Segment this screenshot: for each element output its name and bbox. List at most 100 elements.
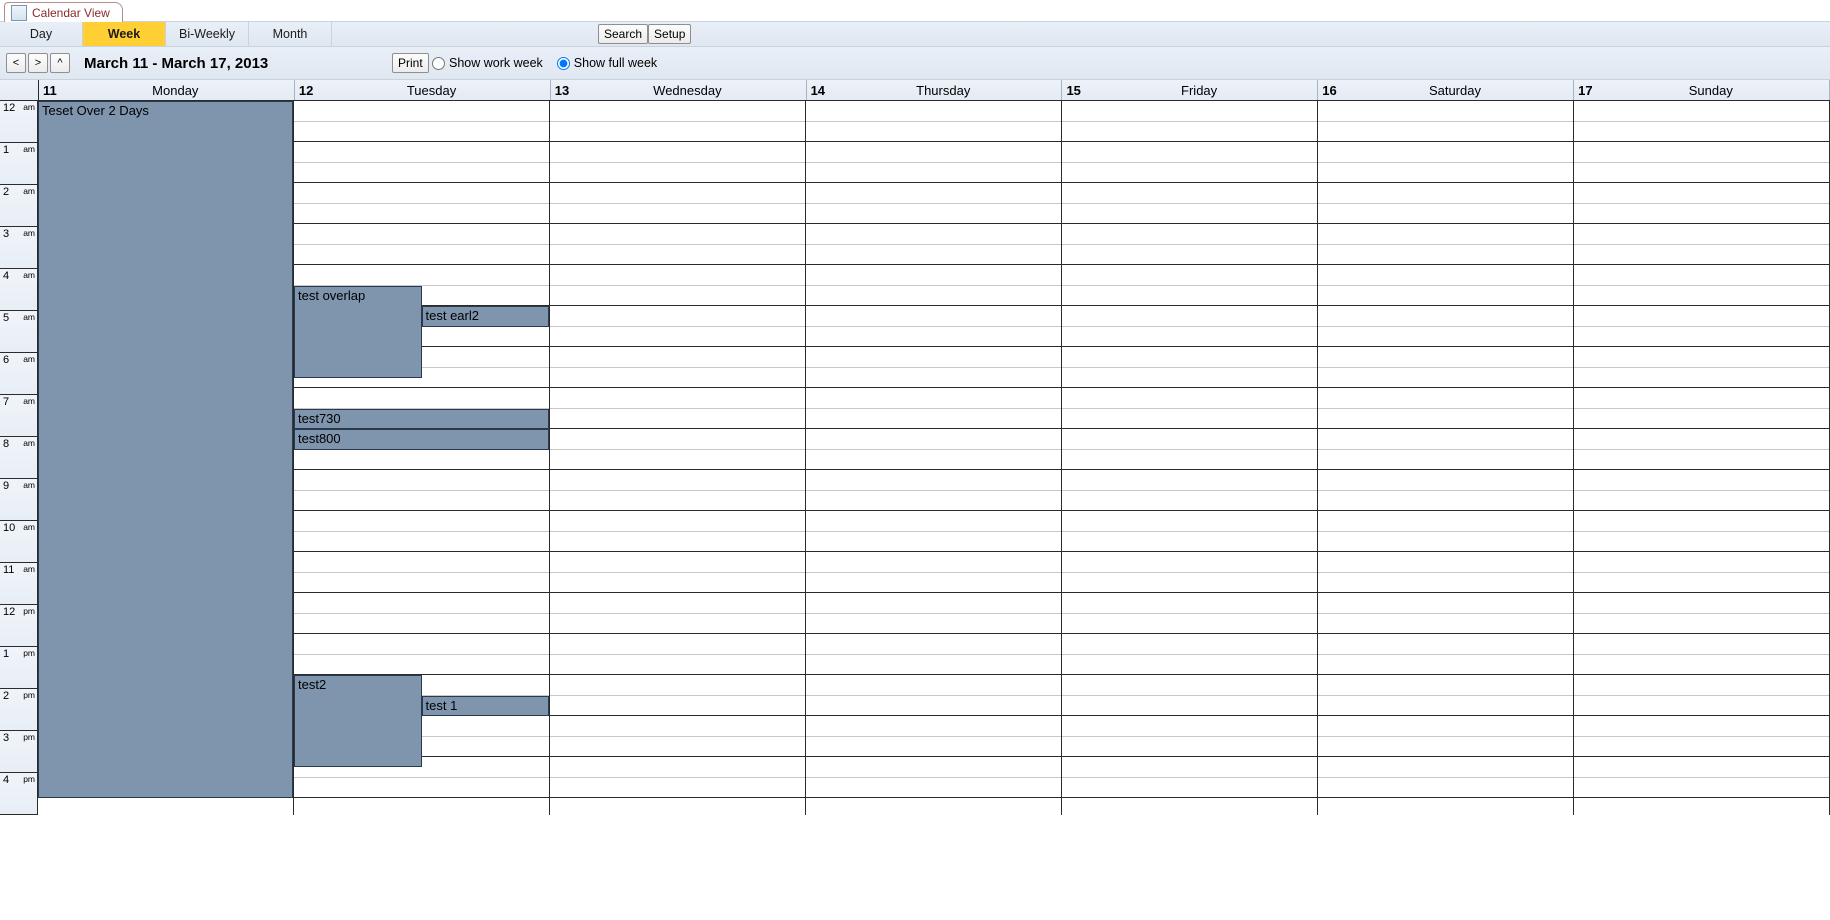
time-slot[interactable] bbox=[806, 511, 1061, 532]
time-slot[interactable] bbox=[550, 142, 805, 163]
time-slot[interactable] bbox=[806, 737, 1061, 758]
time-slot[interactable] bbox=[1318, 265, 1573, 286]
time-slot[interactable] bbox=[1062, 163, 1317, 184]
time-slot[interactable] bbox=[1318, 552, 1573, 573]
show-work-week-radio[interactable] bbox=[432, 57, 445, 70]
time-slot[interactable] bbox=[1574, 573, 1829, 594]
time-slot[interactable] bbox=[806, 573, 1061, 594]
time-slot[interactable] bbox=[1062, 327, 1317, 348]
time-slot[interactable] bbox=[294, 183, 549, 204]
day-header[interactable]: 16Saturday bbox=[1318, 80, 1574, 100]
time-slot[interactable] bbox=[1062, 491, 1317, 512]
time-slot[interactable] bbox=[1062, 573, 1317, 594]
time-slot[interactable] bbox=[1318, 183, 1573, 204]
time-slot[interactable] bbox=[1318, 737, 1573, 758]
time-slot[interactable] bbox=[1318, 368, 1573, 389]
time-slot[interactable] bbox=[1574, 306, 1829, 327]
time-slot[interactable] bbox=[1318, 634, 1573, 655]
time-slot[interactable] bbox=[294, 532, 549, 553]
time-slot[interactable] bbox=[806, 224, 1061, 245]
document-tab[interactable]: Calendar View bbox=[4, 2, 123, 22]
view-tab-day[interactable]: Day bbox=[0, 22, 83, 46]
next-week-button[interactable]: > bbox=[28, 53, 48, 73]
time-slot[interactable] bbox=[1062, 675, 1317, 696]
view-tab-week[interactable]: Week bbox=[83, 22, 166, 46]
time-slot[interactable] bbox=[294, 450, 549, 471]
time-slot[interactable] bbox=[550, 614, 805, 635]
time-slot[interactable] bbox=[1318, 573, 1573, 594]
time-slot[interactable] bbox=[806, 265, 1061, 286]
day-header[interactable]: 14Thursday bbox=[807, 80, 1063, 100]
time-slot[interactable] bbox=[550, 716, 805, 737]
calendar-event[interactable]: test2 bbox=[294, 675, 422, 767]
time-slot[interactable] bbox=[806, 470, 1061, 491]
time-slot[interactable] bbox=[1574, 122, 1829, 143]
time-slot[interactable] bbox=[1062, 716, 1317, 737]
time-slot[interactable] bbox=[550, 163, 805, 184]
time-slot[interactable] bbox=[1062, 757, 1317, 778]
time-slot[interactable] bbox=[294, 163, 549, 184]
time-slot[interactable] bbox=[550, 327, 805, 348]
time-slot[interactable] bbox=[1574, 347, 1829, 368]
time-slot[interactable] bbox=[1574, 101, 1829, 122]
time-slot[interactable] bbox=[550, 183, 805, 204]
time-slot[interactable] bbox=[1574, 183, 1829, 204]
time-slot[interactable] bbox=[806, 286, 1061, 307]
calendar-event[interactable]: test earl2 bbox=[422, 306, 550, 327]
calendar-event[interactable]: test730 bbox=[294, 409, 549, 430]
time-slot[interactable] bbox=[1062, 306, 1317, 327]
time-slot[interactable] bbox=[550, 388, 805, 409]
time-slot[interactable] bbox=[294, 245, 549, 266]
time-slot[interactable] bbox=[550, 347, 805, 368]
time-slot[interactable] bbox=[806, 675, 1061, 696]
time-slot[interactable] bbox=[1062, 655, 1317, 676]
time-slot[interactable] bbox=[1062, 142, 1317, 163]
time-slot[interactable] bbox=[294, 204, 549, 225]
time-slot[interactable] bbox=[1062, 101, 1317, 122]
time-slot[interactable] bbox=[1318, 675, 1573, 696]
time-slot[interactable] bbox=[294, 511, 549, 532]
time-slot[interactable] bbox=[1574, 368, 1829, 389]
time-slot[interactable] bbox=[806, 532, 1061, 553]
time-slot[interactable] bbox=[1574, 696, 1829, 717]
calendar-event[interactable]: test overlap bbox=[294, 286, 422, 378]
time-slot[interactable] bbox=[550, 593, 805, 614]
time-slot[interactable] bbox=[1574, 675, 1829, 696]
time-slot[interactable] bbox=[1574, 593, 1829, 614]
time-slot[interactable] bbox=[1318, 757, 1573, 778]
time-slot[interactable] bbox=[806, 491, 1061, 512]
day-column[interactable] bbox=[1574, 101, 1830, 815]
time-slot[interactable] bbox=[1318, 327, 1573, 348]
time-slot[interactable] bbox=[1318, 122, 1573, 143]
time-slot[interactable] bbox=[1574, 327, 1829, 348]
day-column[interactable]: test overlaptest earl2 test730test800 test… bbox=[294, 101, 550, 815]
time-slot[interactable] bbox=[294, 491, 549, 512]
time-slot[interactable] bbox=[1062, 634, 1317, 655]
time-slot[interactable] bbox=[1318, 450, 1573, 471]
calendar-event[interactable]: test800 bbox=[294, 429, 549, 450]
time-slot[interactable] bbox=[550, 778, 805, 799]
day-header[interactable]: 13Wednesday bbox=[551, 80, 807, 100]
time-slot[interactable] bbox=[1318, 593, 1573, 614]
view-tab-bi-weekly[interactable]: Bi-Weekly bbox=[166, 22, 249, 46]
time-slot[interactable] bbox=[1318, 204, 1573, 225]
time-slot[interactable] bbox=[1318, 388, 1573, 409]
time-slot[interactable] bbox=[294, 778, 549, 799]
time-slot[interactable] bbox=[806, 122, 1061, 143]
time-slot[interactable] bbox=[1318, 224, 1573, 245]
time-slot[interactable] bbox=[550, 409, 805, 430]
time-slot[interactable] bbox=[806, 306, 1061, 327]
time-slot[interactable] bbox=[550, 655, 805, 676]
time-slot[interactable] bbox=[1318, 532, 1573, 553]
time-slot[interactable] bbox=[1574, 757, 1829, 778]
time-slot[interactable] bbox=[294, 122, 549, 143]
time-slot[interactable] bbox=[550, 573, 805, 594]
time-slot[interactable] bbox=[1318, 429, 1573, 450]
time-slot[interactable] bbox=[1318, 470, 1573, 491]
time-slot[interactable] bbox=[550, 757, 805, 778]
day-header[interactable]: 12Tuesday bbox=[295, 80, 551, 100]
time-slot[interactable] bbox=[1574, 245, 1829, 266]
time-slot[interactable] bbox=[806, 778, 1061, 799]
time-slot[interactable] bbox=[294, 634, 549, 655]
time-slot[interactable] bbox=[1574, 614, 1829, 635]
